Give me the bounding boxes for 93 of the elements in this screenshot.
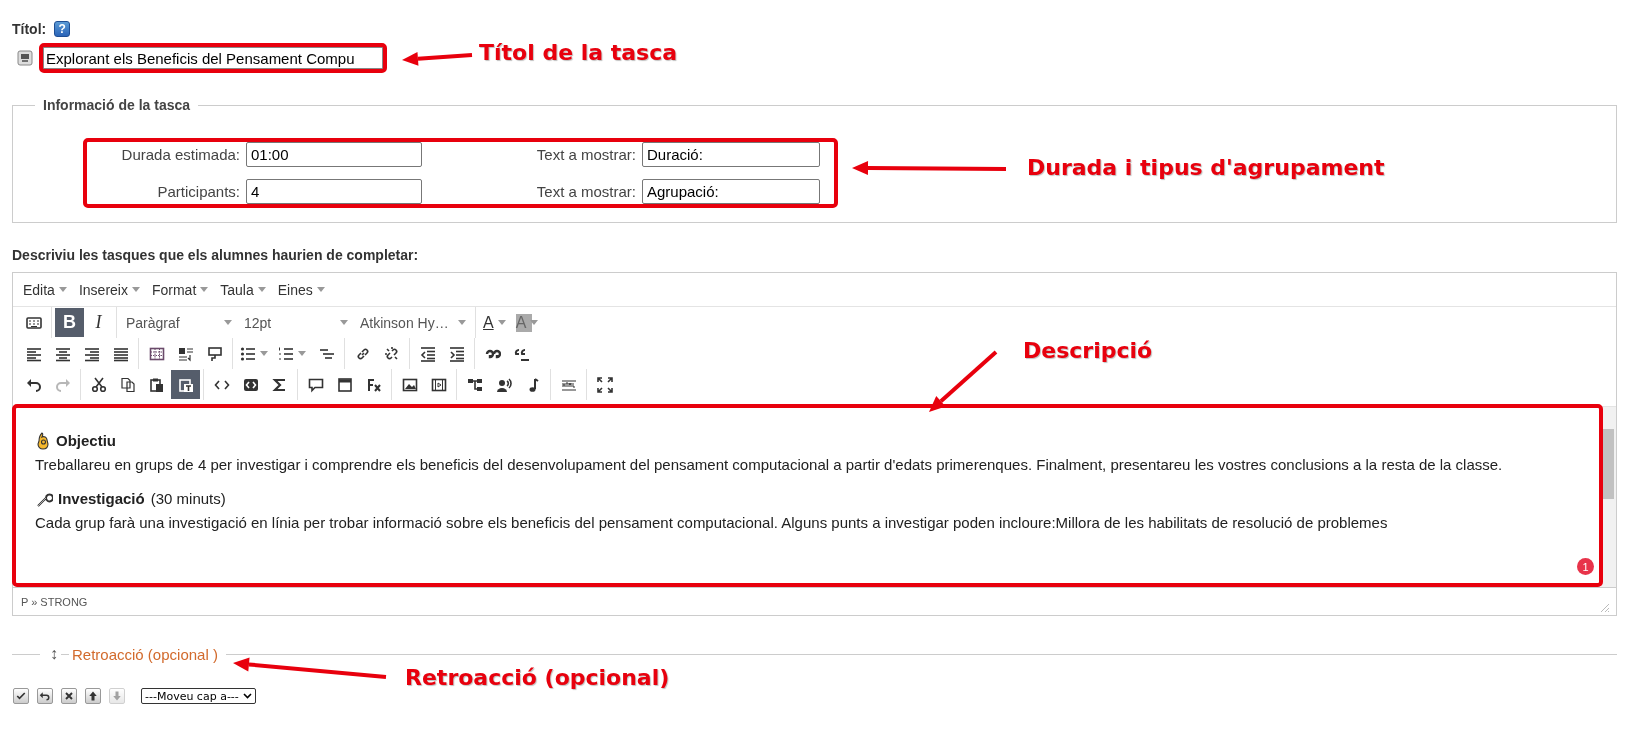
menu-button[interactable]: Taula bbox=[214, 277, 272, 302]
video-icon bbox=[430, 376, 447, 393]
wrench-icon bbox=[35, 490, 53, 508]
description-label: Descriviu les tasques que els alumnes haurien de completar: bbox=[12, 247, 420, 263]
close-icon bbox=[63, 690, 75, 702]
annotation-label: Títol de la tasca bbox=[479, 40, 678, 65]
input-field[interactable]: 01:00 bbox=[246, 142, 422, 167]
move-dropdown[interactable]: ---Moveu cap a--- bbox=[141, 688, 256, 704]
caret-icon bbox=[316, 287, 325, 292]
caret-icon bbox=[340, 320, 348, 325]
caret-icon bbox=[131, 287, 140, 292]
caret-icon bbox=[257, 287, 266, 292]
resize-handle-icon[interactable] bbox=[1600, 603, 1610, 613]
action-button[interactable] bbox=[85, 688, 101, 704]
field-label: Participants: bbox=[156, 183, 240, 200]
align-center-icon bbox=[54, 345, 71, 362]
down-arrow-icon bbox=[111, 690, 123, 702]
font-dropdown[interactable]: Atkinson Hy… bbox=[354, 308, 472, 337]
caret-icon bbox=[224, 320, 232, 325]
paste-text-icon bbox=[177, 376, 194, 393]
paste-icon bbox=[148, 376, 165, 393]
title-input[interactable]: Explorant els Beneficis del Pensament Compu bbox=[43, 47, 383, 69]
toolbar-button[interactable]: I bbox=[84, 308, 113, 337]
numbers-icon bbox=[278, 345, 294, 362]
paragraph: Cada grup farà una investigació en línia per trobar informació sobre els beneficis del pensament computacional. Alguns punts a investigar poden incloure:Millora de les habilitats de resolució de problemes bbox=[35, 513, 1389, 533]
bullets-icon bbox=[240, 345, 256, 362]
annotation-label: Retroacció (opcional) bbox=[405, 665, 670, 690]
annotation-label: Durada i tipus d'agrupament bbox=[1027, 155, 1385, 180]
up-arrow-icon bbox=[87, 690, 99, 702]
font-dropdown[interactable]: Paràgraf bbox=[120, 308, 238, 337]
caret-icon bbox=[298, 351, 306, 356]
comment-icon bbox=[307, 376, 324, 393]
caret-icon bbox=[497, 320, 506, 325]
chevron-down-icon bbox=[242, 693, 252, 699]
indent-icon bbox=[448, 345, 465, 362]
action-button[interactable] bbox=[37, 688, 53, 704]
undo-icon bbox=[39, 690, 51, 702]
align-justify-icon bbox=[112, 345, 129, 362]
fx-icon bbox=[365, 376, 382, 393]
section-heading: Objectiu bbox=[56, 431, 116, 451]
align-left-icon bbox=[25, 345, 42, 362]
outdent-icon bbox=[419, 345, 436, 362]
menu-button[interactable]: Eines bbox=[271, 277, 331, 302]
input-field[interactable]: 4 bbox=[246, 179, 422, 204]
caret-icon bbox=[260, 351, 268, 356]
speaker-icon bbox=[495, 376, 512, 393]
notification-badge: 1 bbox=[1577, 558, 1594, 575]
fullscreen-icon bbox=[596, 376, 613, 393]
input-field[interactable]: Duració: bbox=[642, 142, 820, 167]
check-icon bbox=[15, 690, 27, 702]
window-icon bbox=[336, 376, 353, 393]
redo-icon bbox=[54, 376, 71, 393]
font-dropdown[interactable]: 12pt bbox=[238, 308, 354, 337]
annotation-arrow bbox=[402, 51, 473, 66]
image-icon bbox=[401, 376, 418, 393]
action-button[interactable] bbox=[13, 688, 29, 704]
tree-icon bbox=[466, 376, 483, 393]
field-label: Text a mostrar: bbox=[535, 146, 636, 163]
copy-icon bbox=[119, 376, 136, 393]
block-icon bbox=[177, 345, 194, 362]
title-label: Títol: bbox=[12, 21, 47, 37]
caret-icon bbox=[530, 320, 539, 325]
code-block-icon bbox=[242, 376, 259, 393]
hand-icon bbox=[35, 432, 51, 450]
caret-icon bbox=[458, 320, 466, 325]
cut-icon bbox=[90, 376, 107, 393]
align-right-icon bbox=[83, 345, 100, 362]
menu-button[interactable]: Insereix bbox=[72, 277, 146, 302]
field-label: Durada estimada: bbox=[120, 146, 240, 163]
action-button[interactable] bbox=[61, 688, 77, 704]
menu-button[interactable]: Format bbox=[145, 277, 215, 302]
unlink-icon bbox=[383, 345, 400, 362]
section-heading: Investigació bbox=[58, 489, 145, 509]
sigma-icon bbox=[271, 376, 288, 393]
paragraph: Treballareu en grups de 4 per investigar i comprendre els beneficis del desenvolupament del pensament computacional a partir d'edats primerenques. Finalment, presentareu les vostres conclusions a la resta de la classe. bbox=[35, 455, 1504, 475]
menu-button[interactable]: Edita bbox=[17, 277, 73, 302]
annotation-label: Descripció bbox=[1023, 338, 1153, 363]
section-note: (30 minuts) bbox=[150, 489, 226, 509]
toolbar-button[interactable] bbox=[171, 370, 200, 399]
help-icon[interactable]: ? bbox=[54, 21, 71, 37]
field-label: Text a mostrar: bbox=[535, 183, 636, 200]
caret-icon bbox=[200, 287, 209, 292]
element-path: P » STRONG bbox=[21, 595, 88, 608]
link-icon bbox=[354, 345, 371, 362]
toolbar-button[interactable]: B bbox=[55, 308, 84, 337]
annotation-arrow bbox=[929, 350, 998, 412]
language-toggle-icon bbox=[17, 50, 33, 66]
paint-icon bbox=[206, 345, 223, 362]
keyboard-icon bbox=[25, 314, 42, 331]
input-field[interactable]: Agrupació: bbox=[642, 179, 820, 204]
caret-icon bbox=[58, 287, 67, 292]
table-icon bbox=[148, 345, 165, 362]
toolbar-button[interactable]: A bbox=[479, 308, 512, 337]
